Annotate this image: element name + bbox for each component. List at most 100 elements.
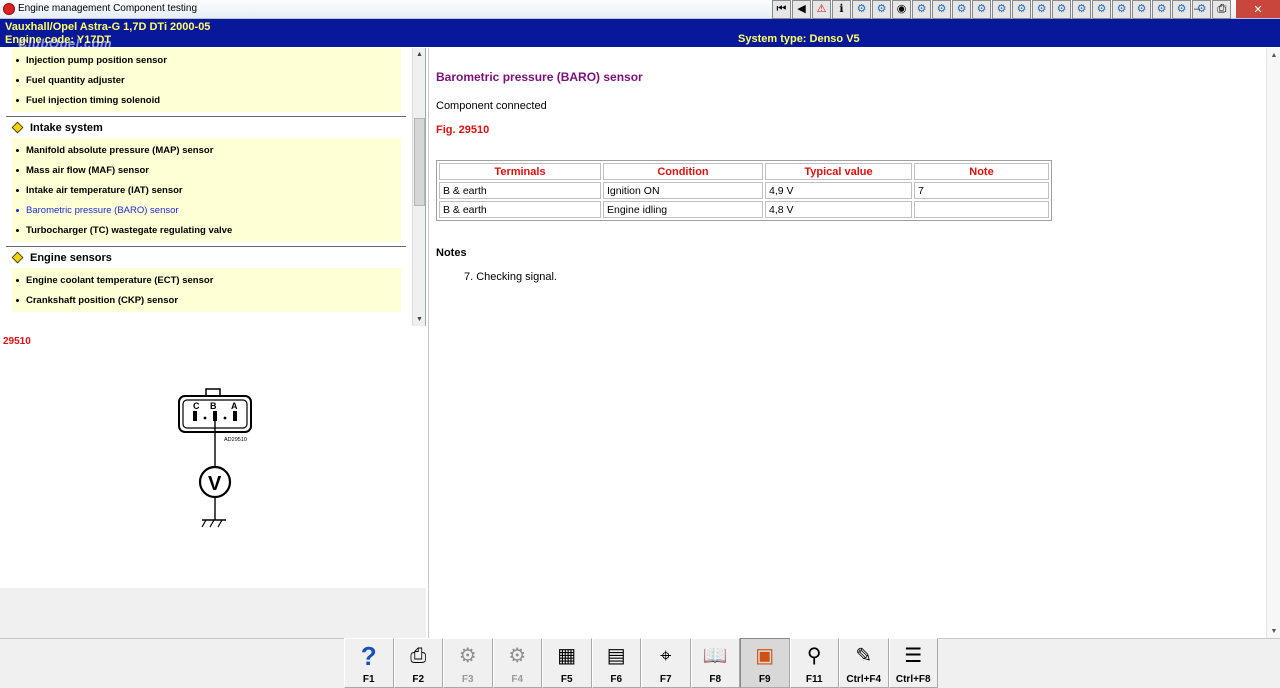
fkey-label: F4 bbox=[511, 674, 524, 685]
fkey-f4-button[interactable]: ⚙ F4 bbox=[492, 638, 542, 688]
scroll-up-icon[interactable]: ▲ bbox=[413, 48, 426, 61]
vehicle-header: Vauxhall/Opel Astra-G 1,7D DTi 2000-05 E… bbox=[0, 19, 1280, 51]
gear-icon[interactable]: ⚙ bbox=[912, 0, 931, 19]
gear-icon[interactable]: ⚙ bbox=[852, 0, 871, 19]
tree-item[interactable]: Crankshaft position (CKP) sensor bbox=[12, 290, 401, 310]
fkey-f6-button[interactable]: ▤ F6 bbox=[591, 638, 641, 688]
window-titlebar: Engine management Component testing ⏮ ◀ ⚠ ℹ… bbox=[0, 0, 1280, 19]
list-icon: ☰ bbox=[904, 645, 923, 667]
fkey-f7-button[interactable]: ⌖ F7 bbox=[641, 638, 691, 688]
table-row: B & earth Ignition ON 4,9 V 7 bbox=[439, 182, 1049, 199]
figure-number: 29510 bbox=[3, 336, 31, 347]
left-bottom-area bbox=[0, 588, 426, 640]
tree-item[interactable]: Engine coolant temperature (ECT) sensor bbox=[12, 270, 401, 290]
fkey-f3-button[interactable]: ⚙ F3 bbox=[443, 638, 493, 688]
gear-icon[interactable]: ⚙ bbox=[1072, 0, 1091, 19]
fkey-f5-button[interactable]: ▦ F5 bbox=[542, 638, 592, 688]
fkey-f2-button[interactable]: ⎙ F2 bbox=[393, 638, 443, 688]
scroll-up-icon[interactable]: ▲ bbox=[1267, 48, 1280, 62]
bullet-icon bbox=[16, 278, 19, 282]
app-icon bbox=[3, 3, 15, 15]
tree-items: Injection pump position sensor Fuel quan… bbox=[12, 48, 401, 112]
tree-item[interactable]: Mass air flow (MAF) sensor bbox=[12, 160, 401, 180]
top-toolbar: ⏮ ◀ ⚠ ℹ ⚙ ⚙ ◉ ⚙ ⚙ ⚙ ⚙ ⚙ ⚙ ⚙ ⚙ ⚙ ⚙ ⚙ ⚙ ⚙ ⚙ ⚙ ⎙ bbox=[772, 0, 1231, 20]
scroll-down-icon[interactable]: ▼ bbox=[1267, 624, 1280, 638]
typical-values-table: Terminals Condition Typical value Note B… bbox=[436, 160, 1052, 221]
table-header-row: Terminals Condition Typical value Note bbox=[439, 163, 1049, 180]
tree-item[interactable]: Manifold absolute pressure (MAP) sensor bbox=[12, 140, 401, 160]
column-header: Note bbox=[914, 163, 1049, 180]
gear-icon[interactable]: ⚙ bbox=[952, 0, 971, 19]
content-scrollbar[interactable]: ▲ ▼ bbox=[1266, 48, 1280, 638]
bullet-icon bbox=[16, 98, 19, 102]
fkey-label: F7 bbox=[659, 674, 672, 685]
maximize-button[interactable]: □ bbox=[1210, 0, 1236, 18]
column-header: Typical value bbox=[765, 163, 912, 180]
component-icon: ⚙ bbox=[508, 645, 527, 667]
table-row: B & earth Engine idling 4,8 V bbox=[439, 201, 1049, 218]
tree-item[interactable]: Fuel quantity adjuster bbox=[12, 70, 401, 90]
gear-icon[interactable]: ⚙ bbox=[932, 0, 951, 19]
minimize-button[interactable]: – bbox=[1184, 0, 1210, 18]
tree-item[interactable]: Fuel injection timing solenoid bbox=[12, 90, 401, 110]
tree-group-header[interactable]: Intake system bbox=[6, 116, 406, 138]
fkey-label: Ctrl+F8 bbox=[895, 674, 931, 685]
bullet-icon bbox=[16, 148, 19, 152]
gear-icon[interactable]: ⚙ bbox=[992, 0, 1011, 19]
tree-item[interactable]: Injection pump position sensor bbox=[12, 50, 401, 70]
fkey-ctrl-f8-button[interactable]: ☰ Ctrl+F8 bbox=[888, 638, 938, 688]
tree-item-active[interactable]: Barometric pressure (BARO) sensor bbox=[12, 200, 401, 220]
gear-icon[interactable]: ⚙ bbox=[1092, 0, 1111, 19]
fkey-f9-button[interactable]: ▣ F9 bbox=[740, 638, 790, 688]
figure-code: AD29510 bbox=[224, 437, 247, 443]
component-icon: ⚙ bbox=[458, 645, 477, 667]
fkey-label: F6 bbox=[610, 674, 623, 685]
gear-icon[interactable]: ⚙ bbox=[972, 0, 991, 19]
tree-scrollbar[interactable]: ▲ ▼ bbox=[412, 48, 425, 326]
figure-reference[interactable]: Fig. 29510 bbox=[436, 124, 489, 136]
pin-label-a: A bbox=[231, 401, 238, 411]
table-cell: B & earth bbox=[439, 182, 601, 199]
gear-icon[interactable]: ⚙ bbox=[1052, 0, 1071, 19]
fkey-label: F2 bbox=[412, 674, 425, 685]
gear-icon[interactable]: ⚙ bbox=[872, 0, 891, 19]
tree-group-header[interactable]: Engine sensors bbox=[6, 246, 406, 268]
fkey-f8-button[interactable]: 📖 F8 bbox=[690, 638, 740, 688]
vehicle-name: Vauxhall/Opel Astra-G 1,7D DTi 2000-05 bbox=[5, 21, 211, 33]
fkey-f11-button[interactable]: ⚲ F11 bbox=[789, 638, 839, 688]
table-cell: 4,9 V bbox=[765, 182, 912, 199]
sensor-icon[interactable]: ◉ bbox=[892, 0, 911, 19]
bullet-icon bbox=[16, 58, 19, 62]
fkey-ctrl-f4-button[interactable]: ✎ Ctrl+F4 bbox=[839, 638, 889, 688]
tree-item[interactable]: Intake air temperature (IAT) sensor bbox=[12, 180, 401, 200]
voltmeter-label: V bbox=[208, 473, 222, 495]
search-icon: ⚲ bbox=[806, 645, 822, 667]
gear-icon[interactable]: ⚙ bbox=[1012, 0, 1031, 19]
gear-icon[interactable]: ⚙ bbox=[1032, 0, 1051, 19]
fkey-label: F8 bbox=[709, 674, 722, 685]
close-button[interactable]: ✕ bbox=[1236, 0, 1280, 18]
fkey-f1-button[interactable]: ? F1 bbox=[344, 638, 394, 688]
tree-group-engine-sensors: Engine sensors Engine coolant temperatur… bbox=[6, 246, 406, 312]
diamond-icon bbox=[11, 251, 24, 264]
component-tree: Injection pump position sensor Fuel quan… bbox=[0, 48, 412, 326]
tree-items: Manifold absolute pressure (MAP) sensor … bbox=[12, 138, 401, 242]
gear-icon[interactable]: ⚙ bbox=[1112, 0, 1131, 19]
info-icon[interactable]: ℹ bbox=[832, 0, 851, 19]
scroll-down-icon[interactable]: ▼ bbox=[413, 313, 426, 326]
pin-label-c: C bbox=[193, 401, 200, 411]
connection-status: Component connected bbox=[436, 100, 547, 112]
bullet-icon bbox=[16, 228, 19, 232]
warning-icon[interactable]: ⚠ bbox=[812, 0, 831, 19]
bullet-icon bbox=[16, 188, 19, 192]
tree-item[interactable]: Turbocharger (TC) wastegate regulating v… bbox=[12, 220, 401, 240]
table-cell: Ignition ON bbox=[603, 182, 763, 199]
gear-icon[interactable]: ⚙ bbox=[1152, 0, 1171, 19]
tree-group-fuel: Injection pump position sensor Fuel quan… bbox=[6, 48, 406, 112]
print-icon: ⎙ bbox=[410, 645, 427, 667]
connector-pins-icon: ▤ bbox=[606, 645, 626, 667]
gear-icon[interactable]: ⚙ bbox=[1132, 0, 1151, 19]
first-icon[interactable]: ⏮ bbox=[772, 0, 791, 19]
scroll-thumb[interactable] bbox=[414, 118, 425, 206]
prev-icon[interactable]: ◀ bbox=[792, 0, 811, 19]
